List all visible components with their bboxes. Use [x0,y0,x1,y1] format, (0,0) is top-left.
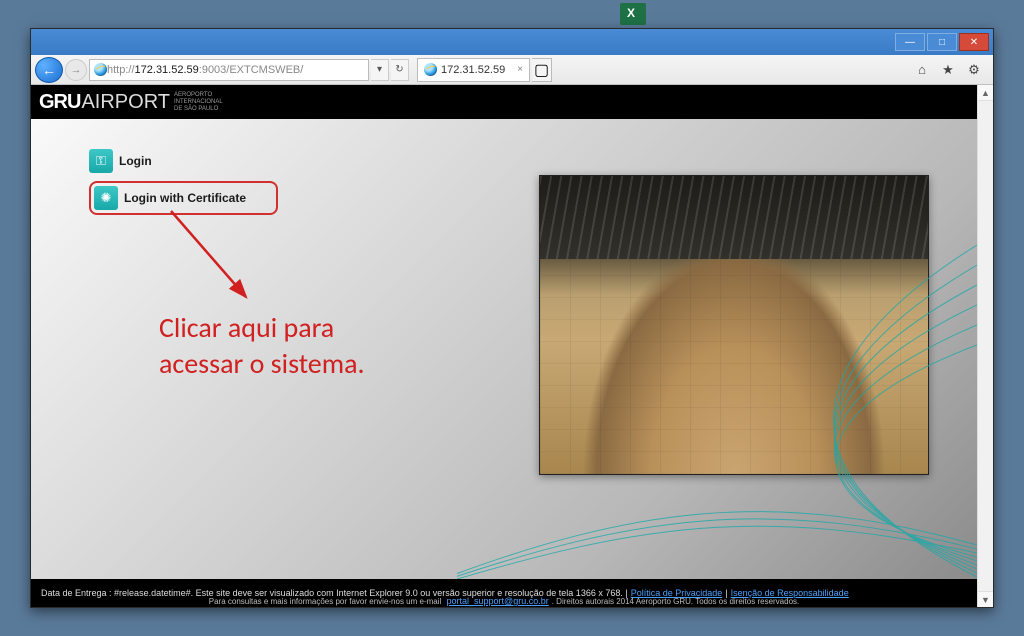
favorites-icon[interactable]: ★ [939,61,957,79]
window-titlebar: — □ ✕ [31,29,993,55]
window-maximize-button[interactable]: □ [927,33,957,51]
window-close-button[interactable]: ✕ [959,33,989,51]
scroll-up-button[interactable]: ▲ [978,85,993,101]
site-header: GRU AIRPORT Aeroporto Internacional de S… [31,85,977,119]
login-certificate-link[interactable]: ✺ Login with Certificate [89,181,278,215]
nav-forward-button[interactable]: → [65,59,87,81]
login-options: ⚿ Login ✺ Login with Certificate [89,149,278,215]
window-minimize-button[interactable]: — [895,33,925,51]
annotation-line: acessar o sistema. [159,346,365,382]
page-body: GRU AIRPORT Aeroporto Internacional de S… [31,85,977,607]
logo-gru: GRU [39,91,80,114]
logo-airport: AIRPORT [81,91,170,114]
excel-taskbar-icon [620,3,646,25]
ie-globe-icon [94,63,107,76]
annotation-line: Clicar aqui para [159,310,365,346]
page-viewport: GRU AIRPORT Aeroporto Internacional de S… [31,85,993,607]
url-scheme: http:// [107,64,135,76]
presentation-canvas: — □ ✕ ← → http://172.31.52.59:9003/EXTCM… [0,0,1024,636]
vertical-scrollbar[interactable]: ▲ ▼ [977,85,993,607]
key-icon: ⚿ [89,149,113,173]
refresh-button[interactable]: ↻ [391,59,409,81]
footer-contact-prefix: Para consultas e mais informações por fa… [209,597,444,606]
gear-icon: ✺ [94,186,118,210]
logo-subtitle: Aeroporto Internacional de São Paulo [174,92,223,113]
login-certificate-label: Login with Certificate [124,191,246,205]
url-path: :9003/EXTCMSWEB/ [199,64,304,76]
annotation-arrow [151,205,291,325]
ie-globe-icon [424,63,437,76]
login-standard-label: Login [119,154,152,168]
browser-tool-icons: ⌂ ★ ⚙ [913,61,989,79]
footer-support-email[interactable]: portal_support@gru.co.br [447,596,549,606]
warehouse-image [539,175,929,475]
browser-window: — □ ✕ ← → http://172.31.52.59:9003/EXTCM… [30,28,994,608]
tab-title: 172.31.52.59 [441,64,505,76]
tools-gear-icon[interactable]: ⚙ [965,61,983,79]
logo-sub-line: Internacional [174,99,223,106]
nav-back-button[interactable]: ← [35,57,63,83]
address-bar[interactable]: http://172.31.52.59:9003/EXTCMSWEB/ [89,59,369,81]
new-tab-button[interactable]: ▢ [532,58,552,82]
browser-toolbar: ← → http://172.31.52.59:9003/EXTCMSWEB/ … [31,55,993,85]
address-dropdown-button[interactable]: ▾ [371,59,389,81]
home-icon[interactable]: ⌂ [913,61,931,79]
logo-sub-line: Aeroporto [174,92,223,99]
tab-close-button[interactable]: × [517,64,523,75]
site-footer: Data de Entrega : #release.datetime#. Es… [31,579,977,607]
footer-line2: Para consultas e mais informações por fa… [31,596,977,606]
login-standard-link[interactable]: ⚿ Login [89,149,278,173]
annotation-text: Clicar aqui para acessar o sistema. [159,310,365,383]
browser-tab[interactable]: 172.31.52.59 × [417,58,530,82]
url-host: 172.31.52.59 [135,64,199,76]
scroll-down-button[interactable]: ▼ [978,591,993,607]
logo-sub-line: de São Paulo [174,106,223,113]
footer-copyright: . Direitos autorais 2014 Aeroporto GRU. … [552,597,800,606]
